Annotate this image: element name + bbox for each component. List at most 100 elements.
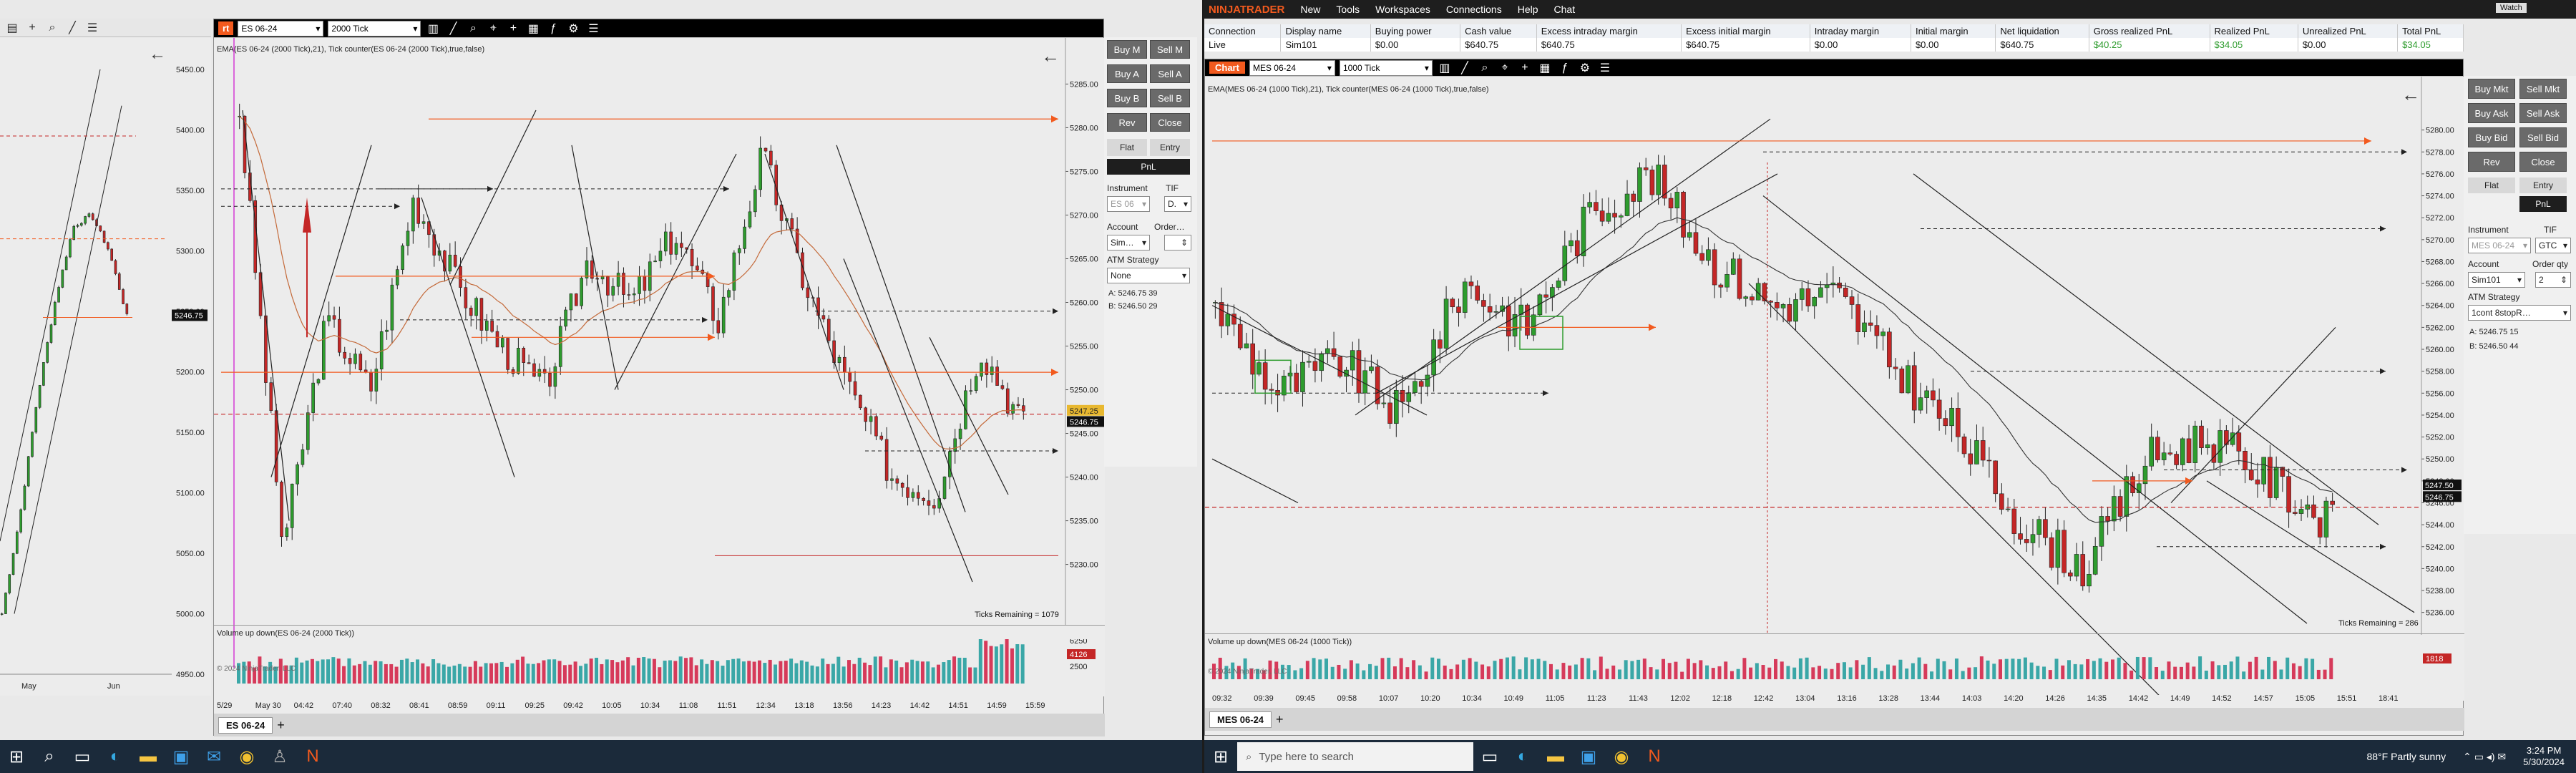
accounts-column-header[interactable]: Gross realized PnL [2089, 24, 2210, 38]
data-box-icon[interactable]: ▦ [525, 21, 541, 37]
accounts-column-header[interactable]: Excess initial margin [1681, 24, 1810, 38]
small-chart[interactable]: 5450.005400.005350.005300.005250.005200.… [0, 37, 211, 696]
instrument-select[interactable]: MES 06-24 ▾ [2468, 238, 2531, 253]
close-button[interactable]: Close [2519, 152, 2567, 172]
es-volume-chart[interactable]: 6250450025004126 [214, 639, 1105, 696]
clock[interactable]: 3:24 PM 5/30/2024 [2523, 745, 2565, 768]
accounts-column-header[interactable]: Net liquidation [1995, 24, 2089, 38]
tif-select[interactable]: GTC ▾ [2535, 238, 2571, 253]
indicators-icon[interactable]: ƒ [1557, 60, 1573, 76]
atm-select[interactable]: None ▾ [1107, 268, 1190, 283]
zoom-in-icon[interactable]: ⌕ [465, 21, 481, 37]
menu-connections[interactable]: Connections [1446, 4, 1502, 15]
task-view-icon[interactable]: ▭ [66, 740, 99, 773]
accounts-column-header[interactable]: Initial margin [1911, 24, 1996, 38]
accounts-column-header[interactable]: Intraday margin [1810, 24, 1911, 38]
zoom-out-icon[interactable]: ⌖ [485, 21, 501, 37]
store-icon[interactable]: ▣ [1572, 740, 1605, 773]
search-icon[interactable]: ⌕ [33, 740, 66, 773]
account-select[interactable]: Sim101 ▾ [2468, 272, 2525, 288]
explorer-icon[interactable]: ▬ [1539, 740, 1572, 773]
tray-icons[interactable]: ⌃ ▭ ◂) ✉ [2463, 751, 2506, 763]
reverse-button[interactable]: Rev [1107, 113, 1147, 132]
entry-button[interactable]: Entry [2519, 178, 2567, 193]
draw-icon[interactable]: ╱ [64, 20, 80, 36]
accounts-column-header[interactable]: Buying power [1370, 24, 1461, 38]
menu-workspaces[interactable]: Workspaces [1375, 4, 1430, 15]
sell-market-button[interactable]: Sell Mkt [2519, 79, 2567, 99]
atm-select[interactable]: 1cont 8stopR… ▾ [2468, 305, 2571, 321]
crosshair-icon[interactable]: + [505, 21, 521, 37]
buy-market-button[interactable]: Buy Mkt [2468, 79, 2515, 99]
reverse-button[interactable]: Rev [2468, 152, 2515, 172]
task-view-icon[interactable]: ▭ [1473, 740, 1506, 773]
buy-market-button[interactable]: Buy M [1107, 40, 1147, 59]
store-icon[interactable]: ▣ [165, 740, 197, 773]
order-qty-stepper[interactable]: 2 ⇕ [2535, 272, 2571, 288]
tab-es[interactable]: ES 06-24 [218, 716, 273, 734]
accounts-column-header[interactable]: Realized PnL [2210, 24, 2298, 38]
sell-bid-button[interactable]: Sell Bid [2519, 127, 2567, 147]
sell-ask-button[interactable]: Sell A [1150, 64, 1190, 83]
sell-ask-button[interactable]: Sell Ask [2519, 103, 2567, 123]
crosshair-icon[interactable]: + [24, 20, 40, 36]
menu-chat[interactable]: Chat [1554, 4, 1576, 15]
accounts-column-header[interactable]: Excess intraday margin [1536, 24, 1682, 38]
app-icon[interactable]: ♙ [263, 740, 296, 773]
sell-bid-button[interactable]: Sell B [1150, 89, 1190, 107]
edge-icon[interactable]: ◐ [1506, 740, 1539, 773]
crosshair-icon[interactable]: + [1517, 60, 1533, 76]
interval-selector[interactable]: 2000 Tick ▾ [328, 20, 421, 37]
strategy-icon[interactable]: ⚙ [565, 21, 581, 37]
windows-start-icon[interactable]: ⊞ [1204, 740, 1237, 773]
mes-price-chart[interactable]: 5280.00 5278.00 5276.00 5274.00 5272.00 5270.… [1205, 77, 2464, 695]
buy-ask-button[interactable]: Buy A [1107, 64, 1147, 83]
accounts-column-header[interactable]: Total PnL [2397, 24, 2464, 38]
entry-button[interactable]: Entry [1150, 139, 1190, 156]
bar-type-icon[interactable]: ▤ [4, 20, 20, 36]
properties-icon[interactable]: ☰ [1597, 60, 1613, 76]
chrome-icon[interactable]: ◉ [230, 740, 263, 773]
accounts-column-header[interactable]: Connection [1204, 24, 1282, 38]
order-qty-stepper[interactable]: ⇕ [1164, 235, 1191, 251]
properties-icon[interactable]: ☰ [84, 20, 100, 36]
chrome-icon[interactable]: ◉ [1605, 740, 1638, 773]
weather-widget[interactable]: 88°F Partly sunny [2366, 751, 2446, 762]
ninjatrader-icon[interactable]: N [1638, 740, 1671, 773]
strategy-icon[interactable]: ⚙ [1577, 60, 1593, 76]
flat-button[interactable]: Flat [1107, 139, 1147, 156]
zoom-out-icon[interactable]: ⌖ [1497, 60, 1513, 76]
close-button[interactable]: Close [1150, 113, 1190, 132]
small-back-arrow-icon[interactable]: ← [149, 44, 166, 64]
properties-icon[interactable]: ☰ [585, 21, 601, 37]
draw-tool-icon[interactable]: ╱ [1457, 60, 1473, 76]
buy-bid-button[interactable]: Buy B [1107, 89, 1147, 107]
sell-market-button[interactable]: Sell M [1150, 40, 1190, 59]
ninjatrader-icon[interactable]: N [296, 740, 329, 773]
bar-style-icon[interactable]: ▥ [1437, 60, 1453, 76]
windows-start-icon[interactable]: ⊞ [0, 740, 33, 773]
instrument-selector[interactable]: ES 06-24 ▾ [238, 20, 324, 37]
instrument-select[interactable]: ES 06 ▾ [1107, 196, 1150, 212]
tab-mes[interactable]: MES 06-24 [1209, 711, 1272, 728]
edge-icon[interactable]: ◐ [99, 740, 132, 773]
data-box-icon[interactable]: ▦ [1537, 60, 1553, 76]
buy-ask-button[interactable]: Buy Ask [2468, 103, 2515, 123]
buy-bid-button[interactable]: Buy Bid [2468, 127, 2515, 147]
add-tab-icon[interactable]: + [277, 718, 285, 733]
menu-tools[interactable]: Tools [1336, 4, 1360, 15]
explorer-icon[interactable]: ▬ [132, 740, 165, 773]
mes-instrument-selector[interactable]: MES 06-24 ▾ [1249, 59, 1335, 76]
indicators-icon[interactable]: ƒ [545, 21, 561, 37]
zoom-icon[interactable]: ⌕ [44, 20, 60, 36]
taskbar-search-box[interactable]: ⌕ Type here to search [1237, 742, 1473, 771]
tif-select[interactable]: D. ▾ [1164, 196, 1191, 212]
mes-interval-selector[interactable]: 1000 Tick ▾ [1339, 59, 1433, 76]
es-price-chart[interactable]: 5285.00 5280.00 5275.00 5270.00 5265.00 5260.… [214, 38, 1105, 668]
account-select[interactable]: Sim… ▾ [1107, 235, 1150, 251]
bar-style-icon[interactable]: ▥ [425, 21, 441, 37]
menu-new[interactable]: New [1300, 4, 1320, 15]
watch-button[interactable]: Watch [2496, 3, 2527, 13]
draw-tool-icon[interactable]: ╱ [445, 21, 461, 37]
mail-icon[interactable]: ✉ [197, 740, 230, 773]
